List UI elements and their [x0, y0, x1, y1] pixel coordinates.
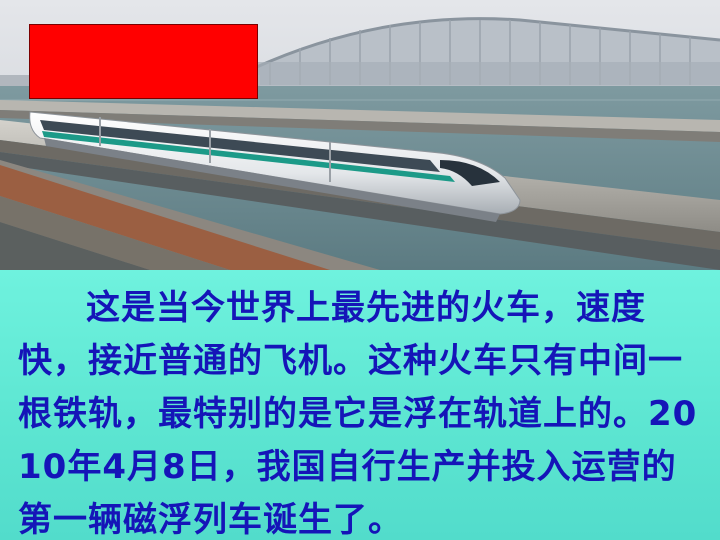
body-text: 这是当今世界上最先进的火车，速度快，接近普通的飞机。这种火车只有中间一根铁轨，最… — [18, 288, 698, 540]
slide: 这是当今世界上最先进的火车，速度快，接近普通的飞机。这种火车只有中间一根铁轨，最… — [0, 0, 720, 540]
red-title-box — [29, 24, 258, 99]
